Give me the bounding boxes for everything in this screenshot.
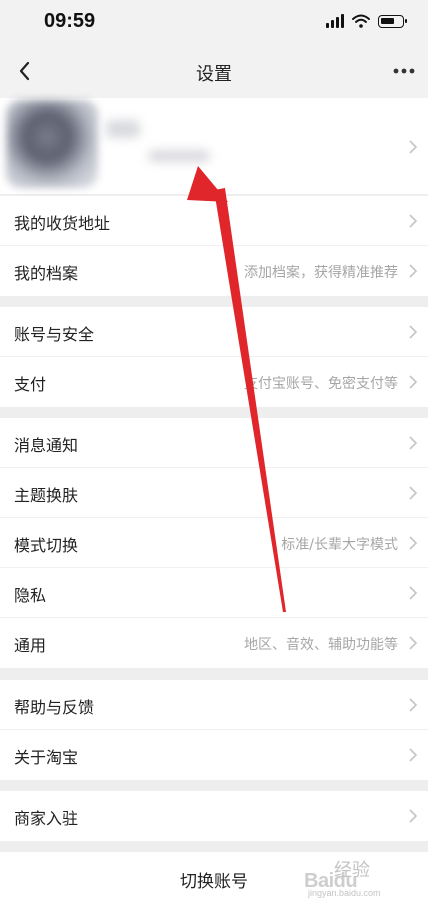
nav-bar: 设置 [0,44,428,98]
status-icons [326,14,407,28]
chevron-right-icon [409,140,418,154]
settings-item-help-feedback[interactable]: 帮助与反馈 [0,680,428,730]
settings-item-notifications[interactable]: 消息通知 [0,418,428,468]
settings-item-label: 支付 [14,375,47,394]
chevron-right-icon [409,486,418,500]
settings-item-hint: 支付宝账号、免密支付等 [244,376,398,392]
settings-item-hint: 添加档案，获得精准推荐 [244,265,398,281]
settings-item-profile[interactable]: 我的档案 添加档案，获得精准推荐 [0,246,428,296]
chevron-right-icon [409,748,418,762]
chevron-right-icon [409,636,418,650]
settings-item-address[interactable]: 我的收货地址 [0,196,428,246]
settings-item-hint: 地区、音效、辅助功能等 [244,637,398,653]
settings-item-label: 主题换肤 [14,486,79,505]
settings-item-privacy[interactable]: 隐私 [0,568,428,618]
settings-item-payment[interactable]: 支付 支付宝账号、免密支付等 [0,357,428,407]
status-time: 09:59 [44,10,96,32]
chevron-right-icon [409,809,418,823]
more-icon[interactable] [388,57,420,85]
settings-group-account: 账号与安全 支付 支付宝账号、免密支付等 [0,307,428,407]
battery-icon [378,14,407,28]
chevron-right-icon [409,325,418,339]
baidu-jingyan-watermark: Baidu 经验 jingyan.baidu.com [304,852,412,898]
chevron-right-icon [409,375,418,389]
settings-item-label: 模式切换 [14,536,79,555]
settings-group-address: 我的收货地址 我的档案 添加档案，获得精准推荐 [0,196,428,296]
settings-item-label: 账号与安全 [14,325,95,344]
chevron-right-icon [409,214,418,228]
settings-group-help: 帮助与反馈 关于淘宝 [0,680,428,780]
user-info-blurred [148,150,210,162]
username-blurred [106,120,140,138]
status-bar: 09:59 [0,0,428,44]
signal-icon [326,14,344,28]
watermark-cn: 经验 [334,860,370,881]
chevron-right-icon [409,586,418,600]
settings-item-label: 消息通知 [14,436,79,455]
page-title: 设置 [196,64,232,85]
settings-item-label: 关于淘宝 [14,748,79,767]
chevron-right-icon [409,264,418,278]
settings-item-label: 通用 [14,636,47,655]
settings-item-label: 帮助与反馈 [14,698,95,717]
settings-item-label: 商家入驻 [14,809,79,828]
watermark-url: jingyan.baidu.com [308,888,381,898]
chevron-right-icon [409,698,418,712]
settings-item-hint: 标准/长辈大字模式 [281,537,398,553]
settings-item-label: 隐私 [14,586,47,605]
settings-item-theme[interactable]: 主题换肤 [0,468,428,518]
wifi-icon [352,14,370,28]
settings-item-merchant-join[interactable]: 商家入驻 [0,791,428,841]
settings-item-mode-switch[interactable]: 模式切换 标准/长辈大字模式 [0,518,428,568]
settings-group-general: 消息通知 主题换肤 模式切换 标准/长辈大字模式 隐私 通用 地区、音效、辅助功… [0,418,428,668]
chevron-right-icon [409,536,418,550]
settings-item-about[interactable]: 关于淘宝 [0,730,428,780]
settings-item-general[interactable]: 通用 地区、音效、辅助功能等 [0,618,428,668]
settings-group-merchant: 商家入驻 [0,791,428,841]
chevron-right-icon [409,436,418,450]
settings-item-account-security[interactable]: 账号与安全 [0,307,428,357]
settings-item-label: 我的档案 [14,264,79,283]
settings-item-label: 我的收货地址 [14,214,111,233]
profile-card[interactable] [0,98,428,194]
avatar [6,100,98,188]
